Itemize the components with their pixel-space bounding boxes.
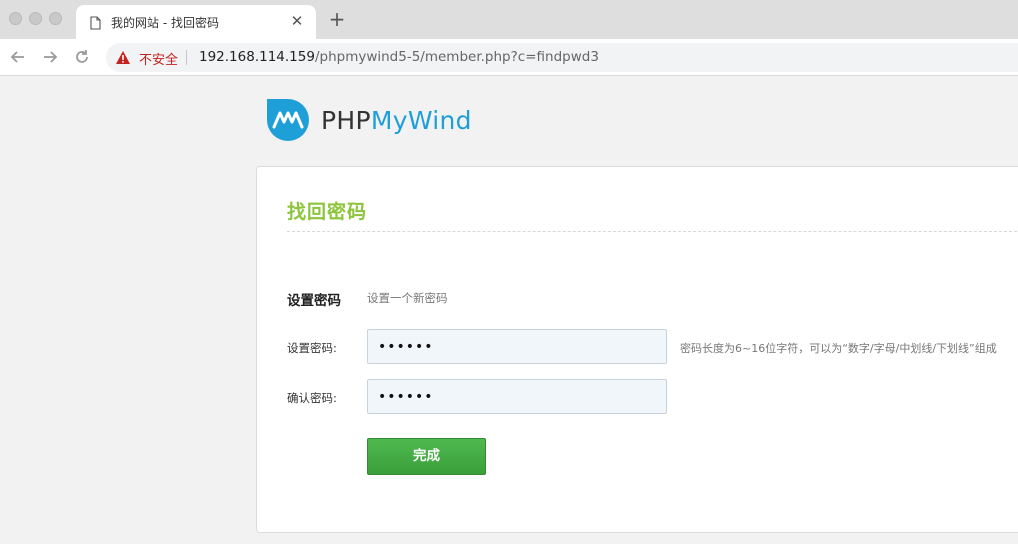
url-path: /phpmywind5-5/member.php?c=findpwd3 <box>314 49 599 65</box>
tab-strip: 我的网站 - 找回密码 ✕ + <box>0 0 1018 39</box>
window-zoom-icon[interactable] <box>49 12 62 25</box>
password-field[interactable] <box>367 329 667 364</box>
address-bar[interactable]: 不安全 192.168.114.159/phpmywind5-5/member.… <box>106 43 1018 72</box>
window-close-icon[interactable] <box>9 12 22 25</box>
logo-mark-icon <box>266 98 310 142</box>
warning-icon[interactable] <box>115 50 131 65</box>
not-secure-label[interactable]: 不安全 <box>139 49 178 68</box>
new-tab-icon[interactable]: + <box>327 9 347 29</box>
password-label: 设置密码: <box>287 341 337 355</box>
tab-title: 我的网站 - 找回密码 <box>111 16 219 30</box>
logo-text-mywind: MyWind <box>370 106 472 135</box>
reload-icon[interactable] <box>71 46 93 68</box>
browser-toolbar: 不安全 192.168.114.159/phpmywind5-5/member.… <box>0 39 1018 76</box>
page-icon <box>90 15 101 30</box>
confirm-password-field[interactable] <box>367 379 667 414</box>
site-logo[interactable]: PHPMyWind <box>266 97 476 143</box>
section-description: 设置一个新密码 <box>367 291 448 305</box>
password-hint: 密码长度为6~16位字符，可以为“数字/字母/中划线/下划线”组成 <box>680 342 997 355</box>
back-arrow-icon[interactable] <box>7 46 29 68</box>
window-minimize-icon[interactable] <box>29 12 42 25</box>
url-host: 192.168.114.159 <box>199 49 315 65</box>
forward-arrow-icon[interactable] <box>39 46 61 68</box>
browser-tab[interactable]: 我的网站 - 找回密码 ✕ <box>76 5 316 39</box>
close-tab-icon[interactable]: ✕ <box>288 12 306 30</box>
url-text[interactable]: 192.168.114.159/phpmywind5-5/member.php?… <box>199 49 599 65</box>
title-divider <box>287 231 1018 232</box>
submit-button[interactable]: 完成 <box>367 438 486 475</box>
address-separator <box>186 50 187 65</box>
find-password-card: 找回密码 设置密码 设置一个新密码 设置密码: 密码长度为6~16位字符，可以为… <box>256 166 1018 533</box>
logo-text-php: PHP <box>321 106 371 135</box>
logo-text: PHPMyWind <box>321 106 472 135</box>
section-title: 设置密码 <box>287 293 341 309</box>
confirm-password-label: 确认密码: <box>287 391 337 405</box>
page-title: 找回密码 <box>287 201 368 223</box>
